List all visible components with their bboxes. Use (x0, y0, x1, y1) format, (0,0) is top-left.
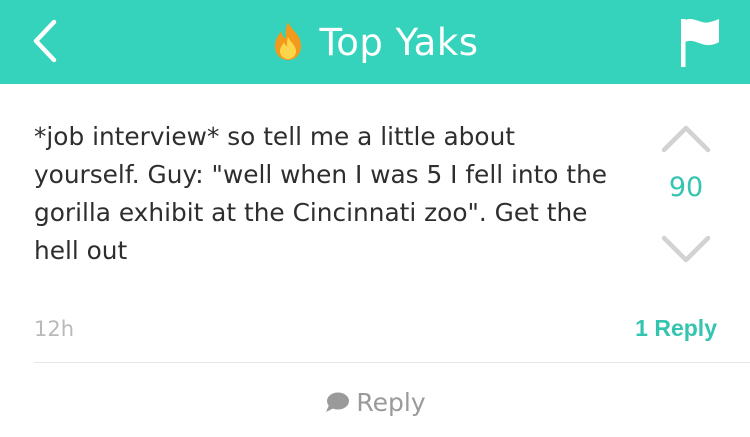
vote-controls: 90 (640, 110, 740, 280)
downvote-chevron-icon[interactable] (658, 230, 714, 270)
top-bar: Top Yaks (0, 0, 750, 84)
divider (34, 362, 750, 363)
post-timestamp: 12h (34, 317, 75, 341)
vote-score: 90 (668, 172, 704, 203)
reply-label: Reply (356, 387, 426, 417)
reply-count-link[interactable]: 1 Reply (635, 315, 717, 342)
fire-icon (275, 22, 302, 60)
upvote-chevron-icon[interactable] (658, 118, 714, 158)
flag-icon (681, 18, 719, 67)
page-title: Top Yaks (319, 20, 479, 64)
post-body: *job interview* so tell me a little abou… (34, 122, 608, 265)
speech-bubble-icon (326, 392, 350, 412)
flag-button[interactable] (672, 14, 728, 70)
header-title-group: Top Yaks (0, 0, 750, 84)
reply-button[interactable]: Reply (0, 380, 750, 424)
